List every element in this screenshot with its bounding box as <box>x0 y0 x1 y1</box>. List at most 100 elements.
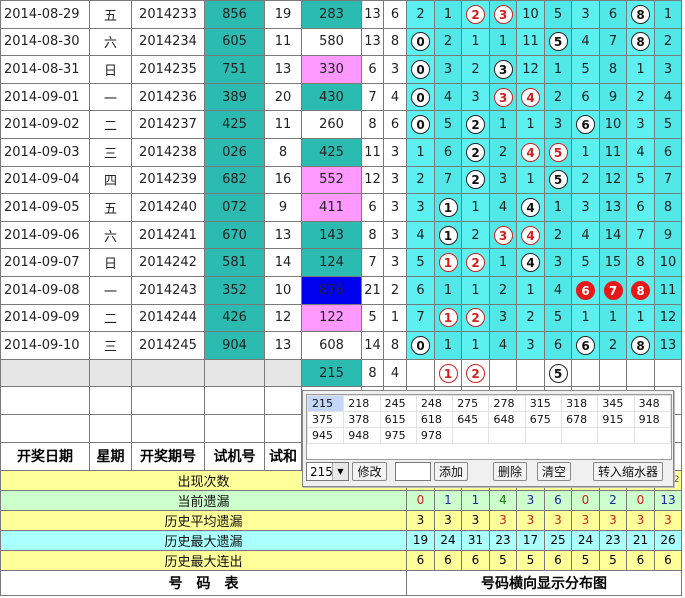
list-item[interactable]: 615 <box>379 411 417 428</box>
issue-cell: 2014238 <box>131 137 205 167</box>
test-number-cell: 426 <box>204 303 265 333</box>
dist-cell: 5 <box>544 165 572 195</box>
number-combo[interactable]: 215 ▼ <box>306 462 349 481</box>
list-item[interactable] <box>488 427 526 444</box>
list-item[interactable]: 275 <box>452 395 490 412</box>
combo-value: 215 <box>310 465 333 479</box>
list-item[interactable]: 378 <box>343 411 381 428</box>
list-item[interactable]: 945 <box>306 427 345 444</box>
list-item[interactable]: 245 <box>379 395 417 412</box>
table-row: 2014-09-02 二 2014237 425 11 260 8 6 0 5 2 1 1 3 6 10 3 5 <box>0 110 682 139</box>
dist-cell <box>489 358 517 388</box>
dist-cell: 6 <box>626 193 655 222</box>
dist-cell: 3 <box>489 165 517 195</box>
draw-number-cell: 411 <box>301 193 362 222</box>
dist-cell: 4 <box>571 27 600 57</box>
list-item[interactable]: 218 <box>343 395 381 412</box>
transfer-button[interactable]: 转入缩水器 <box>593 462 663 481</box>
list-item[interactable] <box>561 427 599 444</box>
ball-icon: 5 <box>548 142 568 162</box>
dist-cell: 1 <box>516 165 545 195</box>
list-item[interactable]: 315 <box>524 395 563 412</box>
ball-icon: 3 <box>493 59 513 79</box>
table-row: 2014-09-04 四 2014239 682 16 552 12 3 2 7 2 3 1 5 2 12 5 7 <box>0 165 682 195</box>
list-item[interactable]: 645 <box>452 411 490 428</box>
list-item[interactable]: 915 <box>597 411 635 428</box>
list-item[interactable]: 278 <box>488 395 526 412</box>
tail-cell: 3 <box>383 165 407 195</box>
stat-value: 23 <box>599 529 627 551</box>
week-cell: 四 <box>89 165 132 195</box>
dist-cell: 9 <box>599 82 627 112</box>
list-item[interactable]: 678 <box>561 411 599 428</box>
list-item[interactable] <box>597 427 635 444</box>
draw-number-cell: 552 <box>301 165 362 195</box>
dist-cell: 2 <box>626 82 655 112</box>
dist-cell: 3 <box>489 0 517 29</box>
list-item[interactable]: 675 <box>524 411 563 428</box>
dist-cell: 15 <box>599 248 627 277</box>
stat-value: 17 <box>516 529 545 551</box>
tail-cell: 4 <box>383 82 407 112</box>
dist-cell: 0 <box>406 82 435 112</box>
add-button[interactable]: 添加 <box>434 462 468 481</box>
test-sum-cell: 11 <box>264 110 302 139</box>
header-date: 开奖日期 <box>0 441 90 471</box>
week-cell: 一 <box>89 82 132 112</box>
empty-cell <box>204 386 265 415</box>
table-row: 2014-08-29 五 2014233 856 19 283 13 6 2 1 2 3 10 5 3 6 8 1 <box>0 0 682 29</box>
dist-cell: 6 <box>654 137 682 167</box>
dist-cell <box>406 358 435 388</box>
list-item[interactable] <box>633 427 672 444</box>
tail-cell: 8 <box>383 331 407 360</box>
list-item[interactable]: 375 <box>306 411 345 428</box>
list-item[interactable]: 318 <box>561 395 599 412</box>
ball-icon: 1 <box>438 197 458 217</box>
ball-icon: 0 <box>411 115 430 135</box>
list-item[interactable]: 918 <box>633 411 672 428</box>
dist-cell: 1 <box>516 110 545 139</box>
dist-cell: 4 <box>406 220 435 250</box>
number-input[interactable] <box>395 462 431 481</box>
number-list[interactable]: 215 218 245 248 275 278 315 318 345 348 375 378 615 6… <box>306 394 672 460</box>
dist-cell: 2 <box>461 110 490 139</box>
pending-tail-cell: 4 <box>383 358 407 388</box>
empty-cell <box>204 413 265 443</box>
date-cell: 2014-09-08 <box>0 275 90 305</box>
list-item[interactable]: 248 <box>415 395 454 412</box>
week-cell: 一 <box>89 275 132 305</box>
list-item[interactable]: 215 <box>306 395 345 412</box>
list-item[interactable]: 948 <box>343 427 381 444</box>
list-item[interactable]: 348 <box>633 395 672 412</box>
dist-cell: 2 <box>489 137 517 167</box>
ball-icon: 2 <box>466 253 485 273</box>
draw-number-cell: 430 <box>301 82 362 112</box>
test-sum-cell: 12 <box>264 303 302 333</box>
list-item[interactable]: 978 <box>415 427 454 444</box>
span-cell: 13 <box>361 0 384 29</box>
dist-cell: 1 <box>434 275 462 305</box>
dist-cell: 1 <box>461 193 490 222</box>
list-item[interactable] <box>452 427 490 444</box>
span-cell: 6 <box>361 55 384 84</box>
week-cell: 日 <box>89 55 132 84</box>
test-sum-cell: 20 <box>264 82 302 112</box>
list-item[interactable]: 648 <box>488 411 526 428</box>
dist-cell: 1 <box>434 248 462 277</box>
list-item[interactable] <box>524 427 563 444</box>
delete-button[interactable]: 删除 <box>493 462 527 481</box>
span-cell: 5 <box>361 303 384 333</box>
list-item[interactable]: 618 <box>415 411 454 428</box>
dist-cell: 4 <box>516 82 545 112</box>
list-item[interactable]: 345 <box>597 395 635 412</box>
clear-button[interactable]: 清空 <box>537 462 571 481</box>
dist-cell: 11 <box>516 27 545 57</box>
list-item[interactable]: 975 <box>379 427 417 444</box>
chevron-down-icon[interactable]: ▼ <box>332 463 348 480</box>
ball-icon: 8 <box>631 335 650 355</box>
dist-cell: 7 <box>406 303 435 333</box>
issue-cell: 2014242 <box>131 248 205 277</box>
tail-cell: 3 <box>383 248 407 277</box>
test-number-cell: 352 <box>204 275 265 305</box>
modify-button[interactable]: 修改 <box>352 462 387 481</box>
